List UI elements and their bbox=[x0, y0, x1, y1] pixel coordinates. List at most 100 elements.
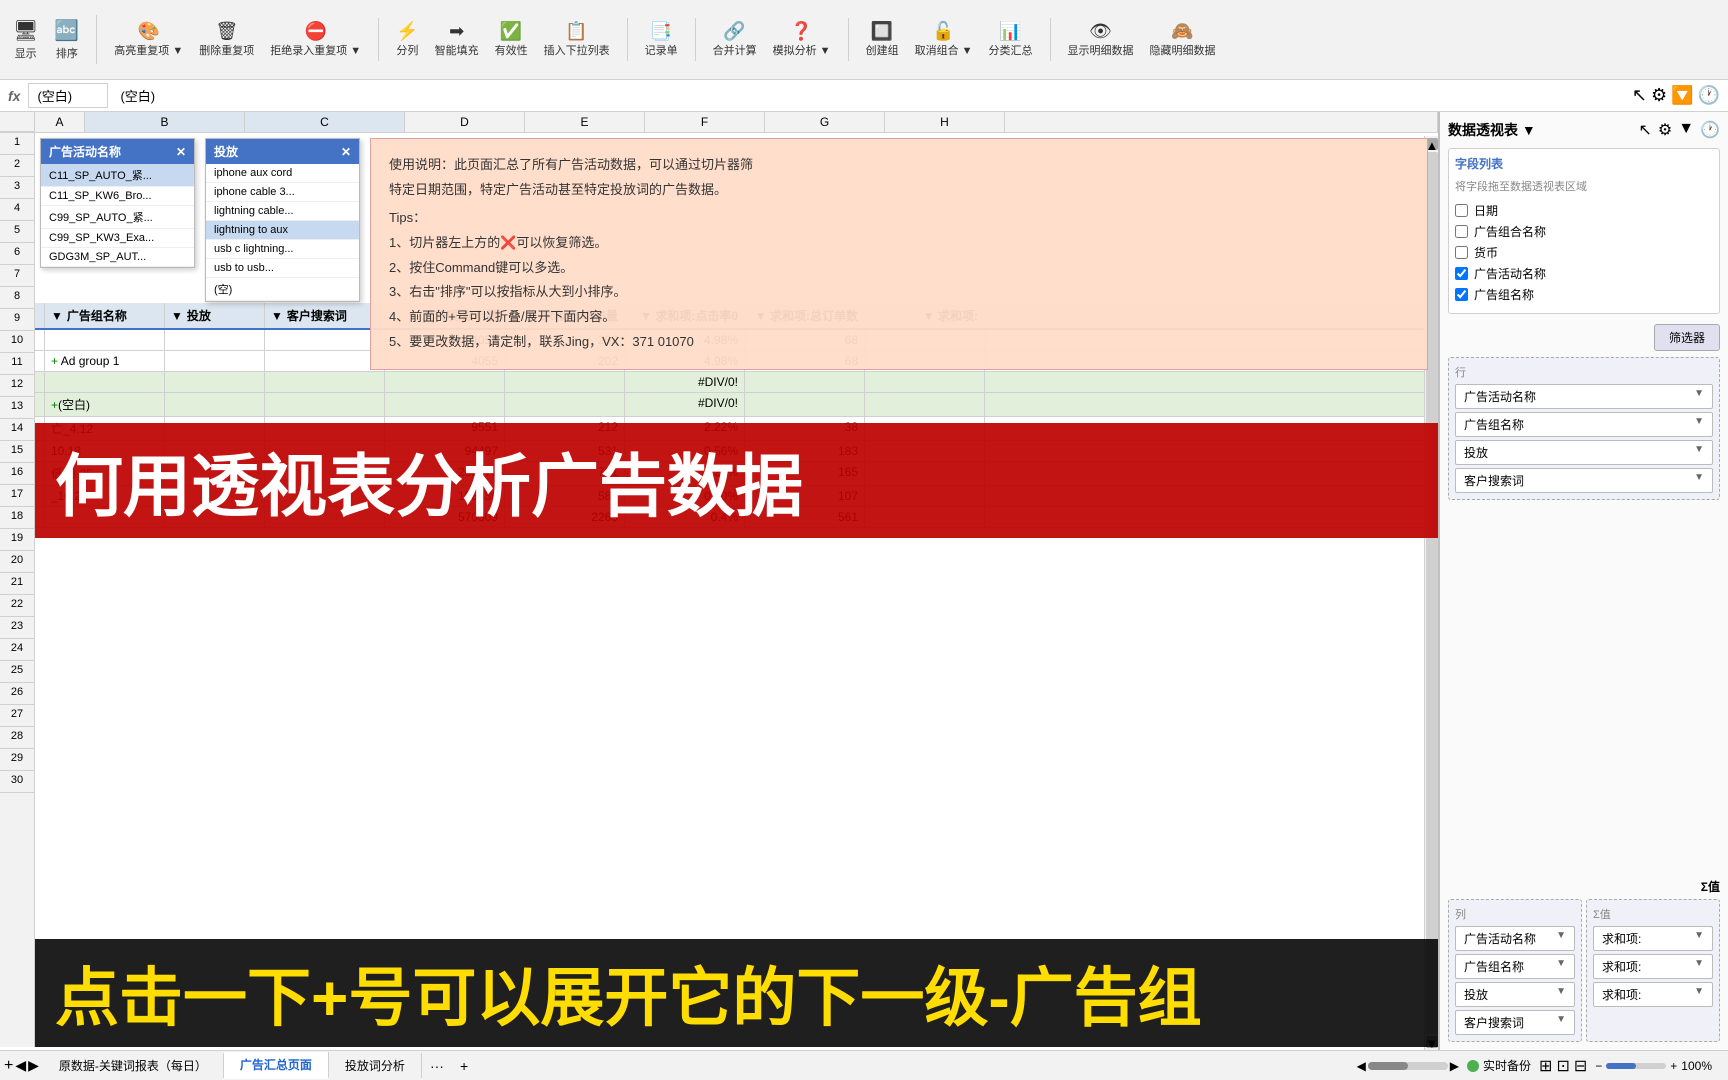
field-portfolio-checkbox[interactable] bbox=[1455, 225, 1468, 238]
cursor-icon[interactable]: ↖ bbox=[1632, 85, 1647, 106]
zoom-out-btn[interactable]: − bbox=[1595, 1059, 1602, 1073]
val-area-item2[interactable]: 求和项:▼ bbox=[1593, 954, 1713, 979]
slicer-placement-item-5[interactable]: usb to usb... bbox=[206, 259, 359, 278]
tab-raw-data[interactable]: 原数据-关键词报表（每日） bbox=[43, 1053, 224, 1078]
split-btn[interactable]: ⚡ 分列 bbox=[391, 18, 423, 61]
pivot-col-search-term[interactable]: ▼客户搜索词 bbox=[265, 303, 385, 328]
tab-scroll-right[interactable]: ▶ bbox=[28, 1057, 39, 1074]
row-item-placement[interactable]: 投放▼ bbox=[1455, 440, 1713, 465]
slicer-placement-item-4[interactable]: usb c lightning... bbox=[206, 240, 359, 259]
col-b-header[interactable]: B bbox=[85, 112, 245, 132]
filter-icon[interactable]: 🔽 bbox=[1671, 85, 1693, 106]
field-campaign: 广告活动名称 bbox=[1455, 265, 1713, 282]
valid-btn[interactable]: ✅ 有效性 bbox=[490, 18, 533, 61]
slicer-campaign-item-0[interactable]: C11_SP_AUTO_紧... bbox=[41, 164, 194, 187]
red-title-overlay: 何用透视表分析广告数据 bbox=[35, 423, 1438, 538]
delete-dup-btn[interactable]: 🗑 删除重复项 bbox=[194, 18, 259, 61]
ungroup-btn[interactable]: 🔓 取消组合 ▼ bbox=[910, 18, 978, 61]
pivot-col-placement[interactable]: ▼投放 bbox=[165, 303, 265, 328]
field-campaign-checkbox[interactable] bbox=[1455, 267, 1468, 280]
col-area-item2[interactable]: 广告组名称▼ bbox=[1455, 954, 1575, 979]
slicer-campaign-close[interactable]: ✕ bbox=[176, 145, 186, 159]
row-item-campaign[interactable]: 广告活动名称▼ bbox=[1455, 384, 1713, 409]
classify-btn[interactable]: 📊 分类汇总 bbox=[984, 18, 1038, 61]
formula-bar: fx (空白) (空白) ↖ ⚙ 🔽 🕐 bbox=[0, 80, 1728, 112]
show-detail-btn[interactable]: 👁 显示明细数据 bbox=[1063, 18, 1139, 61]
col-c-header[interactable]: C bbox=[245, 112, 405, 132]
slicer-campaign-item-2[interactable]: C99_SP_AUTO_紧... bbox=[41, 206, 194, 229]
row-num-25: 25 bbox=[0, 661, 34, 683]
history-panel-icon[interactable]: 🕐 bbox=[1700, 120, 1720, 140]
slicer-placement[interactable]: 投放 ✕ iphone aux cord iphone cable 3... l… bbox=[205, 138, 360, 302]
sort-btn[interactable]: 🔤 排序 bbox=[49, 15, 84, 64]
val-area-item1[interactable]: 求和项:▼ bbox=[1593, 926, 1713, 951]
slicer-placement-item-6[interactable]: (空) bbox=[206, 278, 359, 301]
h-scroll[interactable]: ◀ ▶ bbox=[1357, 1059, 1459, 1073]
h-scroll-right[interactable]: ▶ bbox=[1450, 1059, 1459, 1073]
slicer-placement-title: 投放 ✕ bbox=[206, 139, 359, 164]
display-btn[interactable]: 🖥 显示 bbox=[8, 15, 43, 64]
slicer-campaign-item-1[interactable]: C11_SP_KW6_Bro... bbox=[41, 187, 194, 206]
expand-blank[interactable]: + bbox=[51, 398, 58, 412]
pivot-table-container[interactable]: ▼广告组名称 ▼投放 ▼客户搜索词 ▼ 求和项:展示量 bbox=[35, 303, 1438, 1047]
tab-add-btn[interactable]: + bbox=[4, 1057, 13, 1075]
create-group-btn[interactable]: 🔲 创建组 bbox=[861, 18, 904, 61]
cursor-panel-icon[interactable]: ↖ bbox=[1638, 120, 1651, 140]
toolbar: 🖥 显示 🔤 排序 🎨 高亮重复项 ▼ 🗑 删除重复项 ⛔ 拒绝录入重复项 ▼ bbox=[0, 0, 1728, 80]
drag-hint: 将字段拖至数据透视表区域 bbox=[1455, 178, 1713, 194]
tab-ad-summary[interactable]: 广告汇总页面 bbox=[224, 1052, 329, 1079]
col-area-item3[interactable]: 投放▼ bbox=[1455, 982, 1575, 1007]
val-area-item3[interactable]: 求和项:▼ bbox=[1593, 982, 1713, 1007]
refuse-dup-btn[interactable]: ⛔ 拒绝录入重复项 ▼ bbox=[265, 18, 366, 61]
page-break-icon[interactable]: ⊟ bbox=[1574, 1056, 1587, 1076]
row-num-5: 5 bbox=[0, 221, 34, 243]
filter-area-btn[interactable]: 筛选器 bbox=[1654, 324, 1720, 351]
h-scroll-left[interactable]: ◀ bbox=[1357, 1059, 1366, 1073]
merge-calc-btn[interactable]: 🔗 合并计算 bbox=[708, 18, 762, 61]
field-date-checkbox[interactable] bbox=[1455, 204, 1468, 217]
zoom-slider[interactable] bbox=[1606, 1063, 1666, 1069]
h-scroll-track[interactable] bbox=[1368, 1062, 1448, 1070]
tab-add-sheet-btn[interactable]: + bbox=[452, 1054, 476, 1078]
formula-input[interactable]: (空白) bbox=[116, 84, 1623, 107]
row-num-9: 9 bbox=[0, 309, 34, 331]
zoom-in-btn[interactable]: + bbox=[1670, 1059, 1677, 1073]
tab-more-btn[interactable]: ··· bbox=[422, 1054, 452, 1078]
field-adgroup-checkbox[interactable] bbox=[1455, 288, 1468, 301]
col-area-item1[interactable]: 广告活动名称▼ bbox=[1455, 926, 1575, 951]
pivot-row-3: #DIV/0! bbox=[35, 372, 1438, 393]
slicer-placement-item-3[interactable]: lightning to aux bbox=[206, 221, 359, 240]
pivot-panel-title: 数据透视表 ▼ bbox=[1448, 120, 1536, 140]
field-currency-checkbox[interactable] bbox=[1455, 246, 1468, 259]
simulate-btn[interactable]: ❓ 模拟分析 ▼ bbox=[768, 18, 836, 61]
slicer-ad-campaign[interactable]: 广告活动名称 ✕ C11_SP_AUTO_紧... C11_SP_KW6_Bro… bbox=[40, 138, 195, 268]
fill-btn[interactable]: ➡ 智能填充 bbox=[430, 18, 484, 61]
slicer-campaign-item-4[interactable]: GDG3M_SP_AUT... bbox=[41, 248, 194, 267]
toolbar-group-group: 🔲 创建组 🔓 取消组合 ▼ 📊 分类汇总 bbox=[861, 18, 1051, 61]
tab-scroll-left[interactable]: ◀ bbox=[15, 1057, 26, 1074]
highlight-dup-btn[interactable]: 🎨 高亮重复项 ▼ bbox=[109, 18, 188, 61]
slicer-placement-item-2[interactable]: lightning cable... bbox=[206, 202, 359, 221]
expand-adgroup1[interactable]: + bbox=[51, 354, 58, 368]
insert-list-btn[interactable]: 📋 插入下拉列表 bbox=[539, 18, 615, 61]
grid-view-icon[interactable]: ⊞ bbox=[1539, 1056, 1552, 1076]
history-icon[interactable]: 🕐 bbox=[1698, 85, 1720, 106]
toolbar-display-group: 🖥 显示 🔤 排序 bbox=[8, 15, 97, 64]
col-area-item4[interactable]: 客户搜索词▼ bbox=[1455, 1010, 1575, 1035]
hide-detail-btn[interactable]: 🙈 隐藏明细数据 bbox=[1145, 18, 1221, 61]
slicer-placement-close[interactable]: ✕ bbox=[341, 145, 351, 159]
pivot-col-ad-group[interactable]: ▼广告组名称 bbox=[45, 303, 165, 328]
record-btn[interactable]: 📑 记录单 bbox=[640, 18, 683, 61]
tab-placement-analysis[interactable]: 投放词分析 bbox=[329, 1053, 422, 1078]
slicer-placement-item-1[interactable]: iphone cable 3... bbox=[206, 183, 359, 202]
filter-panel-icon[interactable]: ▼ bbox=[1678, 120, 1694, 140]
slicer-campaign-item-3[interactable]: C99_SP_KW3_Exa... bbox=[41, 229, 194, 248]
col-area: 列 广告活动名称▼ 广告组名称▼ 投放▼ 客户搜索词▼ bbox=[1448, 899, 1582, 1042]
settings-icon[interactable]: ⚙ bbox=[1651, 85, 1667, 106]
slicer-placement-item-0[interactable]: iphone aux cord bbox=[206, 164, 359, 183]
field-list-section: 字段列表 将字段拖至数据透视表区域 日期 广告组合名称 货币 广告活动名称 bbox=[1448, 148, 1720, 314]
page-view-icon[interactable]: ⊡ bbox=[1556, 1056, 1569, 1076]
row-item-search[interactable]: 客户搜索词▼ bbox=[1455, 468, 1713, 493]
settings-panel-icon[interactable]: ⚙ bbox=[1658, 120, 1672, 140]
row-item-adgroup[interactable]: 广告组名称▼ bbox=[1455, 412, 1713, 437]
